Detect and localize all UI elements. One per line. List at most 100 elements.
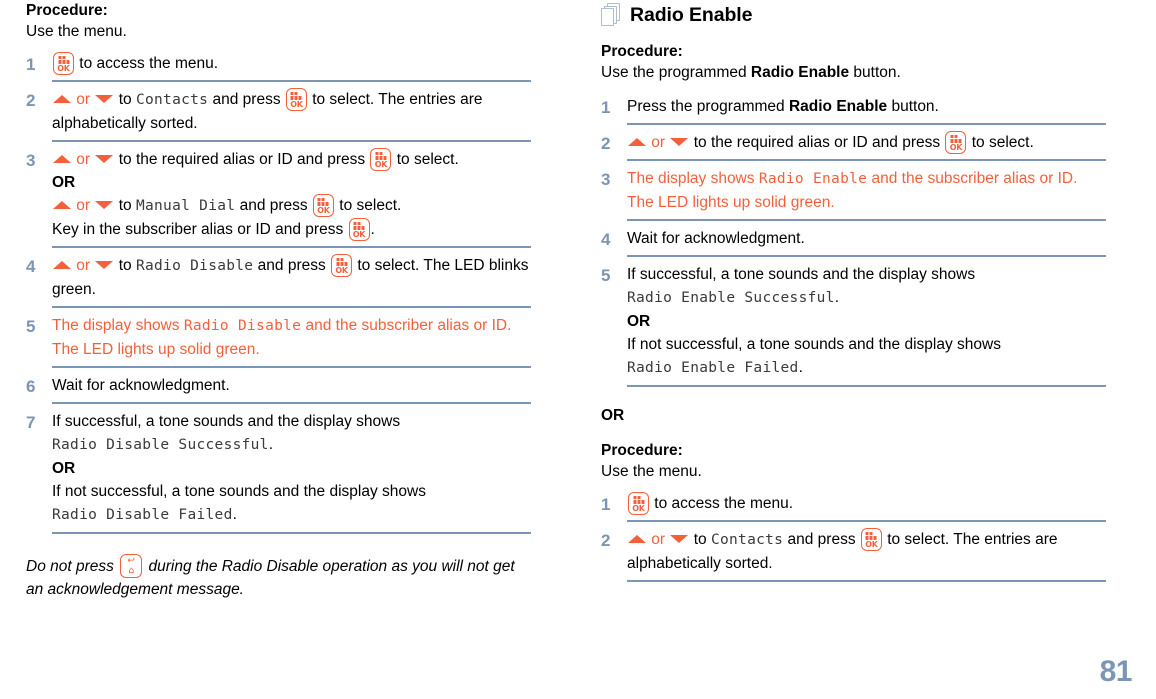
pages-stack-icon [601,3,621,27]
display-string: Contacts [135,92,209,108]
conjunction-or: or [72,257,95,274]
display-string: Radio Disable Failed [52,507,233,523]
procedure-step: 1 OK to access the menu. [26,50,531,86]
right-column: Radio Enable Procedure: Use the programm… [601,0,1106,586]
step-body: or to the required alias or ID and press… [52,148,531,248]
conjunction-or: or [72,151,95,168]
step-text: The display shows [627,170,759,187]
display-string: Radio Disable [183,318,302,334]
step-text: and press [208,91,285,108]
procedure-step: 4 Wait for acknowledgment. [601,225,1106,261]
procedure-step: 5 The display shows Radio Disable and th… [26,312,531,372]
step-text: . [370,221,375,238]
step-number: 5 [26,317,36,336]
display-string: Radio Disable [135,258,254,274]
page-number: 81 [1099,655,1133,688]
step-body: OK to access the menu. [52,52,531,82]
emphasis-text: OR [52,174,76,191]
menu-ok-key-icon: OK [53,52,74,75]
step-text: to select. [334,197,402,214]
step-text: to access the menu. [650,495,794,512]
ok-label: OK [352,230,366,239]
step-text: to select. [392,151,459,168]
step-body: or to Contacts and press OK to select. T… [627,528,1106,582]
back-arrow-glyph: ↩ [127,556,135,566]
step-number: 7 [26,413,36,432]
procedure-step: 3 or to the required alias or ID and pre… [26,146,531,252]
procedure-intro-2: Use the menu. [601,463,702,480]
step-number: 1 [26,55,36,74]
display-string: Manual Dial [135,198,236,214]
step-body: The display shows Radio Enable and the s… [627,167,1106,221]
ok-label: OK [374,160,388,169]
procedure-step: 2 or to the required alias or ID and pre… [601,129,1106,165]
emphasis-text: OR [627,313,651,330]
step-text: If successful, a tone sounds and the dis… [627,266,976,283]
arrow-down-icon [670,535,689,543]
arrow-down-icon [95,201,114,209]
step-number: 3 [26,151,36,170]
step-text: and press [783,531,860,548]
ok-label: OK [57,64,70,73]
procedure-step: 3 The display shows Radio Enable and the… [601,165,1106,225]
step-body: The display shows Radio Disable and the … [52,314,531,368]
arrow-up-icon [628,138,646,146]
step-body: If successful, a tone sounds and the dis… [52,410,531,534]
menu-ok-key-icon: OK [312,194,334,217]
menu-grid-glyph [58,55,69,64]
right-steps-list-1: 1 Press the programmed Radio Enable butto… [601,93,1106,391]
manual-page: Procedure: Use the menu. 1 OK to access t… [0,0,1156,699]
menu-grid-glyph [317,197,329,206]
menu-grid-glyph [290,91,302,100]
menu-ok-key-icon: OK [348,218,370,241]
step-text: to select. [967,134,1034,151]
step-text: to access the menu. [75,55,219,72]
emphasis-text: Radio Enable [788,98,888,115]
step-number: 1 [601,98,611,117]
display-string: Radio Disable Successful [52,437,269,453]
arrow-up-icon [53,95,71,103]
step-text: to [114,257,136,274]
step-body: Wait for acknowledgment. [627,227,1106,257]
step-number: 4 [26,257,36,276]
step-text: to [689,531,711,548]
step-text: If not successful, a tone sounds and the… [52,483,426,500]
section-heading: Radio Enable [601,0,1106,27]
display-string: Radio Enable Failed [627,360,799,376]
conjunction-or: or [72,197,95,214]
step-body: OK to access the menu. [627,492,1106,522]
procedure-step: 2 or to Contacts and press OK to select.… [26,86,531,146]
step-text: to the required alias or ID and press [689,134,945,151]
step-text: to [114,91,136,108]
menu-ok-key-icon: OK [331,254,353,277]
step-text: . [232,506,237,523]
or-divider: OR [601,407,625,424]
step-number: 2 [601,134,611,153]
ok-label: OK [335,266,348,275]
step-text: and press [253,257,331,274]
intro-prefix: Use the programmed [601,64,751,81]
emphasis-text: OR [52,460,76,477]
step-text: . [834,289,839,306]
arrow-down-icon [670,138,689,146]
step-text: Wait for acknowledgment. [52,377,230,394]
menu-ok-key-icon: OK [370,148,392,171]
step-number: 2 [26,91,36,110]
step-number: 3 [601,170,611,189]
menu-grid-glyph [633,495,644,504]
step-text: Press the programmed [627,98,789,115]
menu-grid-glyph [375,151,387,160]
intro-suffix: button. [849,64,901,81]
procedure-step: 2 or to Contacts and press OK to select.… [601,526,1106,586]
step-text: . [798,359,803,376]
step-number: 4 [601,230,611,249]
note-prefix: Do not press [26,558,119,575]
ok-label: OK [317,206,330,215]
menu-ok-key-icon: OK [285,88,307,111]
procedure-step: 6 Wait for acknowledgment. [26,372,531,408]
display-string: Contacts [710,532,784,548]
step-text: Wait for acknowledgment. [627,230,805,247]
step-number: 1 [601,495,611,514]
step-text: Key in the subscriber alias or ID and pr… [52,221,348,238]
step-text: to the required alias or ID and press [114,151,370,168]
